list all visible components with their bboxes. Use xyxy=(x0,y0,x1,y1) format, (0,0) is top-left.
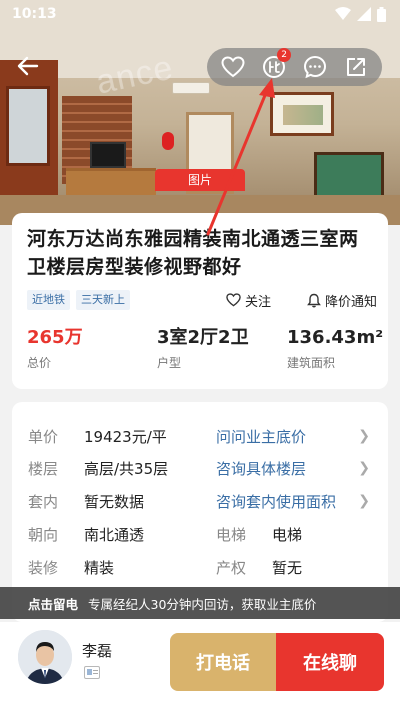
total-price-value: 265万 xyxy=(27,327,83,348)
detail-value: 暂无 xyxy=(272,558,303,577)
chevron-right-icon: ❯ xyxy=(358,460,370,476)
stat-total-price: 265万 总价 xyxy=(27,326,83,371)
compare-button[interactable]: 2 xyxy=(259,48,292,82)
detail-row-unit-price: 单价 19423元/平 问问业主底价 ❯ xyxy=(28,422,378,450)
battery-icon xyxy=(377,6,386,22)
detail-label: 套内 xyxy=(28,492,59,511)
detail-value: 南北通透 xyxy=(84,525,145,544)
heart-icon xyxy=(221,56,245,78)
online-chat-button[interactable]: 在线聊 xyxy=(276,633,384,691)
detail-label: 电梯 xyxy=(216,525,247,544)
toast-text: 专属经纪人30分钟内回访，获取业主底价 xyxy=(88,596,317,612)
chat-bubble-icon xyxy=(303,55,326,79)
detail-value: 19423元/平 xyxy=(84,427,167,446)
stat-layout: 3室2厅2卫 户型 xyxy=(157,326,249,371)
stat-area: 136.43m² 建筑面积 xyxy=(287,326,383,371)
listing-title: 河东万达尚东雅园精装南北通透三室两卫楼层房型装修视野都好 xyxy=(27,228,359,278)
photo-painting xyxy=(270,92,334,136)
message-button[interactable] xyxy=(300,52,330,82)
arrow-left-icon xyxy=(17,56,39,76)
layout-value: 3室2厅2卫 xyxy=(157,327,249,348)
listing-title-card: 河东万达尚东雅园精装南北通透三室两卫楼层房型装修视野都好 近地铁 三天新上 关注… xyxy=(12,213,388,389)
detail-label: 产权 xyxy=(216,558,247,577)
detail-label: 单价 xyxy=(28,427,59,446)
follow-label: 关注 xyxy=(244,294,271,310)
area-label: 建筑面积 xyxy=(287,356,336,370)
heart-icon xyxy=(226,293,241,307)
photo-window xyxy=(6,86,50,166)
compare-count-badge: 2 xyxy=(277,48,292,62)
agent-photo-icon xyxy=(18,630,72,684)
detail-value: 电梯 xyxy=(272,525,303,544)
status-icons xyxy=(335,6,386,22)
tag-near-subway: 近地铁 xyxy=(27,290,70,310)
detail-label: 装修 xyxy=(28,558,59,577)
price-alert-label: 降价通知 xyxy=(324,294,377,310)
id-card-icon xyxy=(84,666,100,679)
photo-lantern xyxy=(162,132,174,150)
total-price-label: 总价 xyxy=(27,356,52,370)
chevron-right-icon: ❯ xyxy=(358,493,370,509)
tag-new-listing: 三天新上 xyxy=(76,290,130,310)
bell-icon xyxy=(307,293,321,307)
status-bar: 10:13 xyxy=(0,0,400,28)
hero-photo[interactable]: ance xyxy=(0,0,400,225)
stats-row: 265万 总价 3室2厅2卫 户型 136.43m² 建筑面积 xyxy=(27,326,383,376)
layout-label: 户型 xyxy=(157,356,182,370)
action-pill: 2 xyxy=(207,48,382,86)
tag-row: 近地铁 三天新上 关注 降价通知 xyxy=(27,289,377,311)
detail-value: 高层/共35层 xyxy=(84,459,169,478)
agent-name: 李磊 xyxy=(82,642,113,660)
price-alert-button[interactable]: 降价通知 xyxy=(307,289,377,311)
detail-row-decoration: 装修 精装 产权 暂无 xyxy=(28,553,378,581)
follow-button[interactable]: 关注 xyxy=(226,289,271,311)
toast-action: 点击留电 xyxy=(28,596,79,612)
photo-tab[interactable]: 图片 xyxy=(155,169,245,191)
avatar[interactable] xyxy=(18,630,72,684)
photo-ceiling-light xyxy=(172,82,210,94)
detail-value: 精装 xyxy=(84,558,115,577)
detail-value: 暂无数据 xyxy=(84,492,145,511)
signal-icon xyxy=(357,7,371,21)
chevron-right-icon: ❯ xyxy=(358,428,370,444)
share-button[interactable] xyxy=(341,52,371,82)
detail-label: 楼层 xyxy=(28,459,59,478)
detail-row-inner-area: 套内 暂无数据 咨询套内使用面积 ❯ xyxy=(28,487,378,515)
callback-toast[interactable]: 点击留电 专属经纪人30分钟内回访，获取业主底价 xyxy=(0,587,400,619)
photo-tv xyxy=(90,142,126,168)
ask-owner-price-link[interactable]: 问问业主底价 xyxy=(216,426,306,447)
back-button[interactable] xyxy=(12,50,44,82)
status-time: 10:13 xyxy=(12,6,57,22)
bottom-bar: 李磊 打电话 在线聊 xyxy=(0,622,400,711)
ask-floor-link[interactable]: 咨询具体楼层 xyxy=(216,458,306,479)
detail-row-orientation: 朝向 南北通透 电梯 电梯 xyxy=(28,520,378,548)
ask-inner-area-link[interactable]: 咨询套内使用面积 xyxy=(216,491,336,512)
wifi-icon xyxy=(335,7,351,20)
detail-row-floor: 楼层 高层/共35层 咨询具体楼层 ❯ xyxy=(28,454,378,482)
detail-label: 朝向 xyxy=(28,525,59,544)
share-icon xyxy=(346,58,365,76)
call-button[interactable]: 打电话 xyxy=(170,633,276,691)
favorite-button[interactable] xyxy=(218,52,248,82)
area-value: 136.43m² xyxy=(287,327,384,348)
